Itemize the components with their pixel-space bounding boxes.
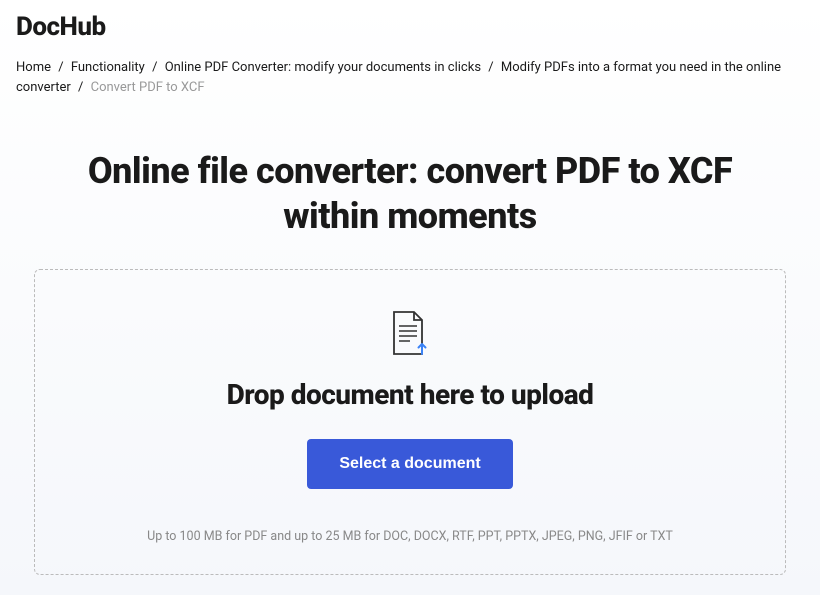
breadcrumb-link-home[interactable]: Home <box>16 60 51 75</box>
breadcrumb-current: Convert PDF to XCF <box>91 80 205 95</box>
breadcrumb-link-functionality[interactable]: Functionality <box>71 60 145 75</box>
page-title: Online file converter: convert PDF to XC… <box>0 109 820 269</box>
breadcrumb-separator: / <box>78 80 83 95</box>
select-document-button[interactable]: Select a document <box>307 439 512 489</box>
dropzone-heading: Drop document here to upload <box>65 378 755 411</box>
breadcrumb-separator: / <box>58 60 63 75</box>
breadcrumb-link-converter[interactable]: Online PDF Converter: modify your docume… <box>165 60 481 75</box>
breadcrumb-separator: / <box>488 60 493 75</box>
breadcrumb-separator: / <box>152 60 157 75</box>
logo[interactable]: DocHub <box>16 12 804 42</box>
file-limits-text: Up to 100 MB for PDF and up to 25 MB for… <box>65 529 755 544</box>
breadcrumb: Home / Functionality / Online PDF Conver… <box>0 50 820 109</box>
document-upload-icon <box>390 310 430 362</box>
upload-dropzone[interactable]: Drop document here to upload Select a do… <box>34 269 786 575</box>
